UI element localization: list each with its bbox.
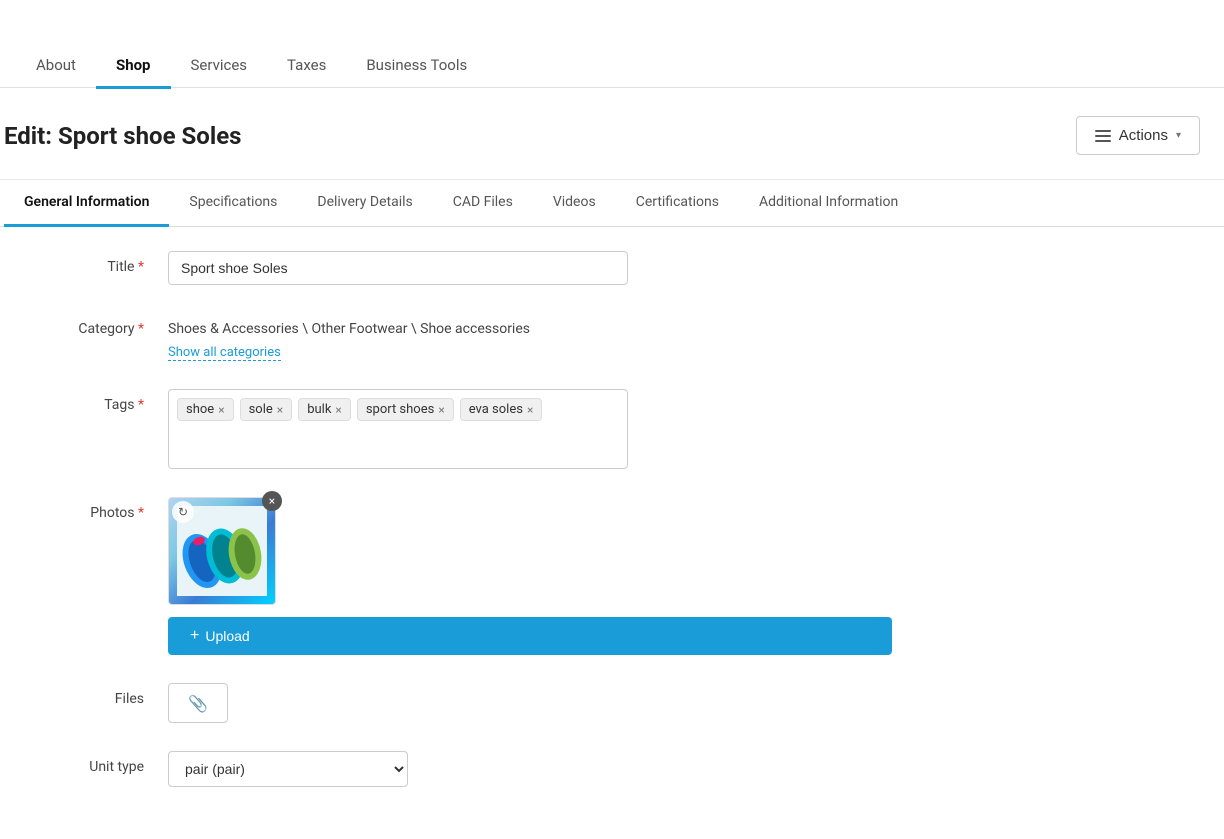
tag-remove-shoe[interactable]: × [218, 404, 224, 416]
tag-remove-sport-shoes[interactable]: × [438, 404, 444, 416]
tag-remove-sole[interactable]: × [277, 404, 283, 416]
tag-chip-sole: sole × [240, 398, 293, 421]
tabs-bar: General Information Specifications Deliv… [0, 180, 1224, 227]
title-input[interactable] [168, 251, 628, 285]
upload-button[interactable]: + Upload [168, 617, 892, 655]
photo-refresh-button[interactable]: ↻ [172, 501, 194, 523]
tag-chip-shoe: shoe × [177, 398, 234, 421]
tag-label-sport-shoes: sport shoes [366, 402, 435, 417]
nav-item-about[interactable]: About [16, 44, 96, 89]
tags-label: Tags * [8, 389, 168, 413]
unit-type-select[interactable]: pair (pair) piece (piece) set (set) [168, 751, 408, 787]
chevron-down-icon: ▾ [1176, 130, 1181, 141]
unit-type-row: Unit type pair (pair) piece (piece) set … [0, 751, 900, 787]
tag-label-bulk: bulk [307, 402, 331, 417]
tag-label-eva-soles: eva soles [469, 402, 523, 417]
tags-container[interactable]: shoe × sole × bulk × sport shoes × eva s… [168, 389, 628, 469]
nav-item-shop[interactable]: Shop [96, 44, 171, 89]
nav-item-business-tools[interactable]: Business Tools [346, 44, 487, 89]
category-label: Category * [8, 313, 168, 337]
menu-icon [1095, 130, 1111, 142]
actions-button[interactable]: Actions ▾ [1076, 116, 1200, 155]
title-required-star: * [138, 259, 144, 275]
page-header: Edit: Sport shoe Soles Actions ▾ [0, 88, 1224, 180]
tab-specifications[interactable]: Specifications [169, 180, 297, 227]
form-container: Title * Category * Shoes & Accessories \… [0, 227, 900, 839]
category-required-star: * [138, 321, 144, 337]
photos-label: Photos * [8, 497, 168, 521]
tab-videos[interactable]: Videos [533, 180, 616, 227]
tags-control: shoe × sole × bulk × sport shoes × eva s… [168, 389, 892, 469]
tab-cad-files[interactable]: CAD Files [433, 180, 533, 227]
paperclip-icon: 📎 [188, 694, 208, 713]
upload-label: Upload [205, 628, 249, 644]
page-title: Edit: Sport shoe Soles [4, 122, 241, 150]
tag-chip-eva-soles: eva soles × [460, 398, 543, 421]
show-all-categories-link[interactable]: Show all categories [168, 345, 281, 361]
title-row: Title * [0, 251, 900, 285]
nav-item-services[interactable]: Services [171, 44, 268, 89]
title-label: Title * [8, 251, 168, 275]
category-row: Category * Shoes & Accessories \ Other F… [0, 313, 900, 361]
top-navigation: About Shop Services Taxes Business Tools [0, 0, 1224, 88]
photos-control: ↻ × [168, 497, 892, 655]
tags-row: Tags * shoe × sole × bulk × sport shoes [0, 389, 900, 469]
tag-chip-sport-shoes: sport shoes × [357, 398, 454, 421]
unit-type-control: pair (pair) piece (piece) set (set) [168, 751, 892, 787]
tag-label-shoe: shoe [186, 402, 214, 417]
nav-item-taxes[interactable]: Taxes [267, 44, 346, 89]
photo-close-button[interactable]: × [262, 491, 282, 511]
tag-label-sole: sole [249, 402, 273, 417]
upload-plus-icon: + [190, 627, 199, 645]
tag-remove-bulk[interactable]: × [335, 404, 341, 416]
tab-general-information[interactable]: General Information [4, 180, 169, 227]
tab-delivery-details[interactable]: Delivery Details [297, 180, 432, 227]
files-label: Files [8, 683, 168, 707]
tags-required-star: * [138, 397, 144, 413]
files-control: 📎 [168, 683, 892, 723]
photo-thumbnail-wrapper: ↻ × [168, 497, 276, 605]
category-control: Shoes & Accessories \ Other Footwear \ S… [168, 313, 892, 361]
unit-type-label: Unit type [8, 751, 168, 775]
files-attach-button[interactable]: 📎 [168, 683, 228, 723]
photos-required-star: * [138, 505, 144, 521]
files-row: Files 📎 [0, 683, 900, 723]
title-control [168, 251, 892, 285]
tag-chip-bulk: bulk × [298, 398, 351, 421]
tab-additional-information[interactable]: Additional Information [739, 180, 918, 227]
photos-section: ↻ × [168, 497, 892, 655]
category-path: Shoes & Accessories \ Other Footwear \ S… [168, 313, 892, 337]
tab-certifications[interactable]: Certifications [616, 180, 739, 227]
actions-label: Actions [1119, 127, 1168, 144]
photos-row: Photos * ↻ × [0, 497, 900, 655]
tag-remove-eva-soles[interactable]: × [527, 404, 533, 416]
